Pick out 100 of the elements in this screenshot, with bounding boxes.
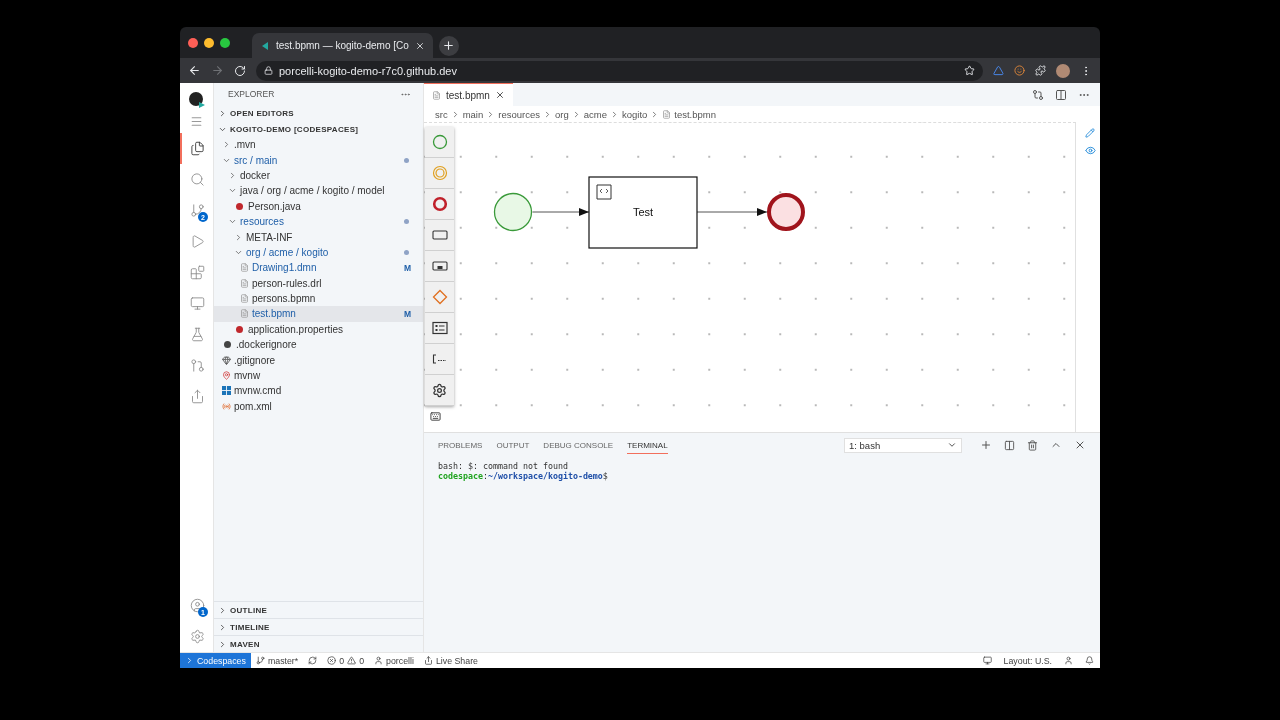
new-terminal-icon[interactable] bbox=[980, 439, 992, 451]
tree-item[interactable]: src / main bbox=[214, 152, 423, 168]
section-header[interactable]: OPEN EDITORS bbox=[214, 105, 423, 121]
file-icon bbox=[240, 278, 249, 288]
gears-icon bbox=[432, 382, 447, 398]
file-icon bbox=[240, 309, 249, 319]
extensions-icon[interactable] bbox=[1035, 65, 1046, 76]
sequence-flow-arrow[interactable] bbox=[532, 208, 590, 216]
tree-item[interactable]: mvnw.cmd bbox=[214, 383, 423, 399]
panel-tab[interactable]: DEBUG CONSOLE bbox=[543, 436, 614, 454]
settings-icon bbox=[190, 629, 205, 644]
browser-tab[interactable]: test.bpmn — kogito-demo [Co bbox=[252, 33, 433, 58]
windows-icon bbox=[222, 386, 231, 396]
remote-indicator[interactable]: Codespaces bbox=[180, 653, 251, 668]
breadcrumb[interactable]: org bbox=[555, 108, 569, 120]
breadcrumb[interactable]: acme bbox=[583, 108, 607, 120]
tree-item[interactable]: test.bpmn M bbox=[214, 306, 423, 322]
tab-title: test.bpmn — kogito-demo [Co bbox=[276, 40, 409, 51]
tree-item[interactable]: java / org / acme / kogito / model bbox=[214, 183, 423, 199]
minimize-window-button[interactable] bbox=[204, 37, 214, 48]
tree-item[interactable]: pom.xml bbox=[214, 398, 423, 415]
keyboard-layout[interactable]: Layout: U.S. bbox=[1003, 655, 1052, 666]
tree-item[interactable]: Drawing1.dmn M bbox=[214, 260, 423, 276]
back-icon[interactable] bbox=[188, 64, 201, 77]
tree-item[interactable]: .mvn bbox=[214, 137, 423, 153]
sequence-flow-arrow[interactable] bbox=[696, 208, 768, 216]
keyboard-icon[interactable] bbox=[430, 411, 441, 422]
branch-indicator[interactable]: master* bbox=[250, 653, 304, 668]
close-icon[interactable] bbox=[414, 40, 425, 51]
section-header[interactable]: KOGITO-DEMO [CODESPACES] bbox=[214, 121, 423, 137]
intermediate-event-icon bbox=[431, 165, 448, 181]
tree-item[interactable]: mvnw bbox=[214, 367, 423, 384]
plus-icon bbox=[442, 39, 456, 52]
tree-item[interactable]: Person.java bbox=[214, 198, 423, 214]
reload-icon[interactable] bbox=[234, 64, 246, 77]
editor-tab[interactable]: test.bpmn bbox=[424, 83, 513, 106]
new-tab-button[interactable] bbox=[438, 35, 459, 56]
section-header[interactable]: TIMELINE bbox=[214, 618, 423, 635]
breadcrumb[interactable]: kogito bbox=[621, 108, 648, 120]
java-file-icon bbox=[236, 202, 243, 210]
breadcrumb[interactable]: test.bpmn bbox=[674, 108, 717, 120]
gateway-icon bbox=[431, 289, 448, 305]
close-icon[interactable] bbox=[494, 90, 505, 100]
run-icon bbox=[190, 234, 205, 249]
edit-icon[interactable] bbox=[1085, 128, 1095, 138]
tree-item[interactable]: persons.bpmn bbox=[214, 290, 423, 307]
code-editor-icon bbox=[260, 40, 270, 51]
trash-icon[interactable] bbox=[1027, 439, 1038, 451]
tree-item[interactable]: .dockerignore bbox=[214, 337, 423, 353]
end-event-icon bbox=[431, 196, 448, 212]
tree-item[interactable]: META-INF bbox=[214, 229, 423, 245]
close-icon[interactable] bbox=[1074, 439, 1086, 451]
breadcrumb[interactable]: main bbox=[462, 108, 484, 120]
maximize-window-button[interactable] bbox=[220, 37, 230, 48]
task-label: Test bbox=[632, 206, 654, 218]
panel-tab[interactable]: OUTPUT bbox=[496, 436, 530, 454]
forward-icon[interactable] bbox=[211, 64, 224, 77]
panel-tab[interactable]: TERMINAL bbox=[627, 436, 668, 454]
bookmark-star-icon[interactable] bbox=[964, 65, 975, 76]
triangle-icon[interactable] bbox=[993, 65, 1004, 76]
warning-icon bbox=[347, 656, 357, 665]
profile-avatar[interactable] bbox=[1056, 63, 1070, 78]
breadcrumb[interactable]: resources bbox=[498, 108, 540, 120]
tree-item[interactable]: person-rules.drl bbox=[214, 275, 423, 291]
tree-item[interactable]: application.properties bbox=[214, 321, 423, 338]
share-icon bbox=[423, 656, 433, 665]
terminal-prompt: codespace:~/workspace/kogito-demo$ bbox=[438, 471, 609, 481]
bell-icon[interactable] bbox=[1085, 656, 1094, 665]
error-icon bbox=[327, 656, 337, 665]
split-editor-icon[interactable] bbox=[1055, 88, 1067, 101]
diagram-canvas[interactable]: Test bbox=[424, 122, 1076, 432]
terminal-select[interactable]: 1: bash bbox=[844, 437, 962, 453]
feedback-icon[interactable] bbox=[1064, 656, 1073, 665]
tree-item[interactable]: org / acme / kogito bbox=[214, 244, 423, 261]
port-icon[interactable] bbox=[982, 656, 992, 665]
tree-item[interactable]: docker bbox=[214, 167, 423, 184]
section-header[interactable]: OUTLINE bbox=[214, 601, 423, 618]
split-terminal-icon[interactable] bbox=[1004, 439, 1015, 451]
problems-indicator[interactable]: 0 0 bbox=[322, 653, 370, 668]
start-event[interactable] bbox=[493, 192, 533, 232]
breadcrumb[interactable]: src bbox=[435, 108, 448, 120]
tree-item[interactable]: .gitignore bbox=[214, 352, 423, 368]
file-icon bbox=[240, 294, 249, 304]
git-status-label: M bbox=[403, 309, 411, 319]
live-share-button[interactable]: Live Share bbox=[418, 653, 483, 668]
tree-item[interactable]: resources bbox=[214, 213, 423, 230]
script-task[interactable] bbox=[588, 176, 698, 249]
git-status-label: M bbox=[403, 262, 411, 273]
java-file-icon bbox=[236, 325, 243, 333]
user-indicator[interactable]: porcelli bbox=[369, 653, 419, 668]
explorer-icon bbox=[190, 141, 205, 156]
source-control-icon bbox=[190, 203, 205, 218]
eye-icon[interactable] bbox=[1085, 145, 1096, 156]
end-event[interactable] bbox=[767, 193, 805, 231]
compare-icon[interactable] bbox=[1032, 88, 1044, 101]
pull-request-icon bbox=[190, 358, 205, 373]
panel-tab[interactable]: PROBLEMS bbox=[438, 436, 483, 454]
address-bar[interactable]: porcelli-kogito-demo-r7c0.github.dev bbox=[256, 60, 983, 81]
close-window-button[interactable] bbox=[188, 37, 198, 48]
account-icon bbox=[190, 598, 205, 613]
